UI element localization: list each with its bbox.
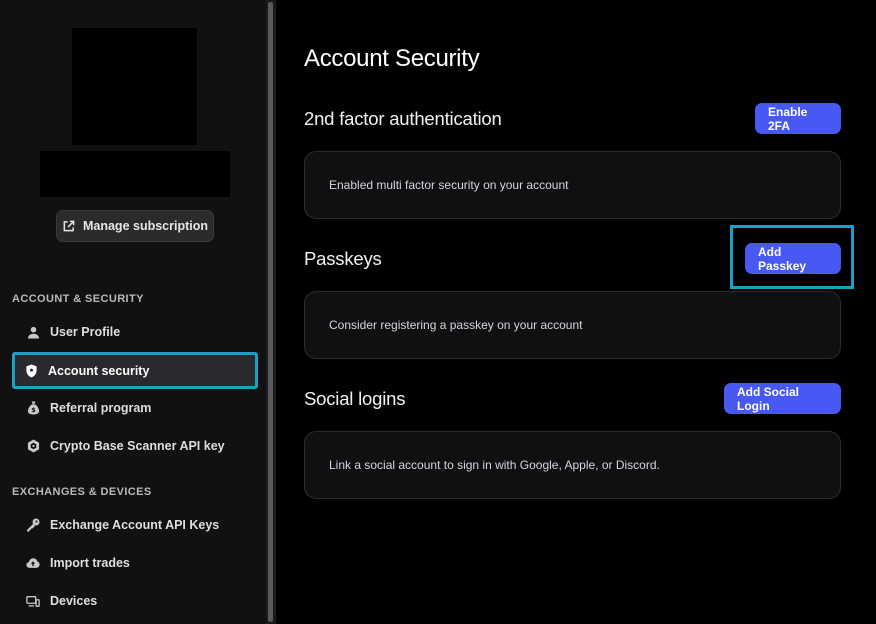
card-passkeys-text: Consider registering a passkey on your a… [329, 318, 583, 332]
app-window: Manage subscription ACCOUNT & SECURITY U… [0, 0, 876, 624]
manage-subscription-button[interactable]: Manage subscription [56, 210, 214, 242]
devices-icon [26, 594, 40, 608]
enable-2fa-button[interactable]: Enable 2FA [755, 103, 841, 134]
card-2fa-text: Enabled multi factor security on your ac… [329, 178, 569, 192]
key-icon [26, 518, 40, 532]
hexagon-icon [26, 439, 40, 453]
section-title-2fa: 2nd factor authentication [304, 108, 502, 129]
card-2fa: Enabled multi factor security on your ac… [304, 151, 841, 219]
sidebar-scrollbar-thumb[interactable] [268, 2, 273, 622]
user-icon [26, 325, 40, 339]
cloud-upload-icon [26, 556, 40, 570]
section-label-exchanges-devices: EXCHANGES & DEVICES [12, 486, 152, 498]
section-title-social-logins: Social logins [304, 388, 406, 409]
sidebar-item-exchange-api-keys[interactable]: Exchange Account API Keys [14, 508, 256, 542]
card-social-logins-text: Link a social account to sign in with Go… [329, 458, 660, 472]
sidebar-item-label: Referral program [50, 401, 152, 415]
card-passkeys: Consider registering a passkey on your a… [304, 291, 841, 359]
sidebar-item-api-key[interactable]: Crypto Base Scanner API key [14, 429, 256, 463]
add-passkey-button[interactable]: Add Passkey [745, 243, 841, 274]
avatar-redacted [72, 28, 197, 145]
sidebar-item-referral-program[interactable]: $ Referral program [14, 391, 256, 425]
external-link-icon [62, 220, 75, 233]
sidebar-item-label: Account security [48, 363, 150, 378]
money-bag-icon: $ [26, 401, 40, 415]
sidebar-item-import-trades[interactable]: Import trades [14, 546, 256, 580]
sidebar-item-account-security[interactable]: Account security [12, 352, 258, 389]
sidebar: Manage subscription ACCOUNT & SECURITY U… [0, 0, 266, 624]
sidebar-item-label: Devices [50, 594, 98, 608]
sidebar-item-label: Import trades [50, 556, 130, 570]
sidebar-item-user-profile[interactable]: User Profile [14, 315, 256, 349]
section-title-passkeys: Passkeys [304, 248, 382, 269]
add-social-login-button[interactable]: Add Social Login [724, 383, 841, 414]
sidebar-item-label: Crypto Base Scanner API key [50, 439, 225, 453]
username-redacted [40, 151, 230, 197]
shield-icon [24, 364, 38, 378]
main-content: Account Security 2nd factor authenticati… [276, 0, 876, 624]
page-title: Account Security [304, 45, 480, 72]
section-label-account-security: ACCOUNT & SECURITY [12, 293, 144, 305]
card-social-logins: Link a social account to sign in with Go… [304, 431, 841, 499]
sidebar-item-label: User Profile [50, 325, 121, 339]
sidebar-item-devices[interactable]: Devices [14, 584, 256, 618]
sidebar-item-label: Exchange Account API Keys [50, 518, 220, 532]
manage-subscription-label: Manage subscription [82, 219, 209, 233]
svg-text:$: $ [31, 406, 36, 414]
